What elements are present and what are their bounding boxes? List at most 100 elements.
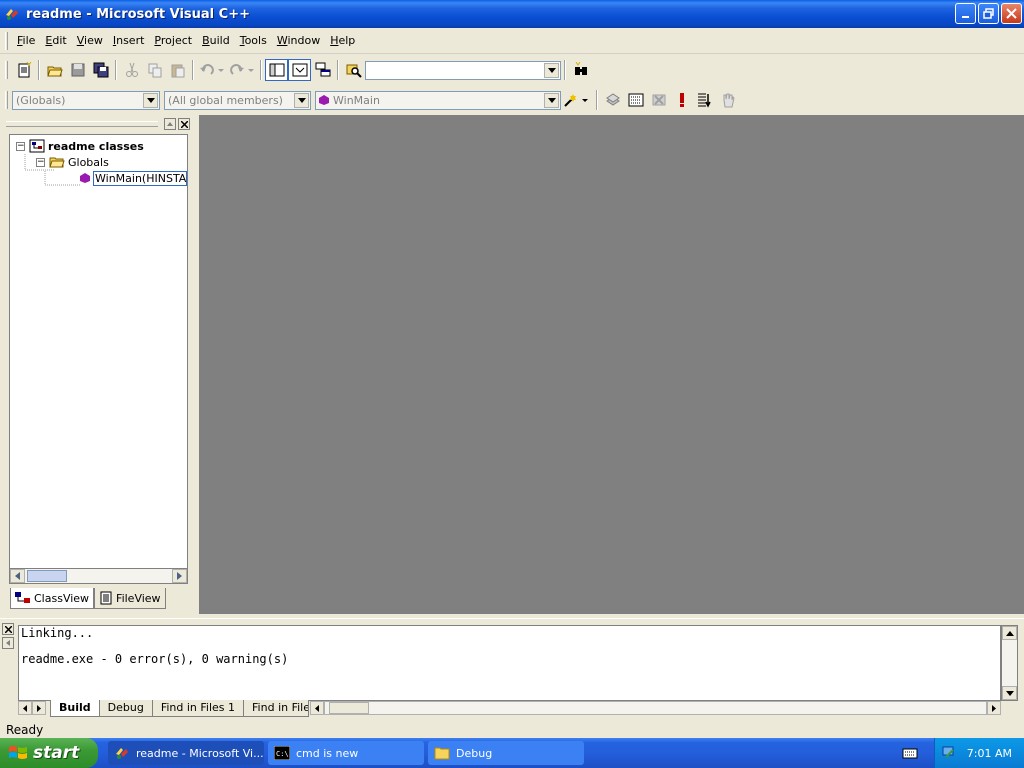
window-list-button[interactable]	[311, 59, 334, 81]
tree-node-readme-classes[interactable]: − readme classes	[16, 138, 144, 154]
collapse-toggle[interactable]: −	[16, 141, 25, 151]
compile-button[interactable]	[601, 89, 624, 111]
menu-help[interactable]: Help	[325, 32, 360, 49]
task-button-visual-cpp[interactable]: readme - Microsoft Vi...	[108, 741, 264, 765]
workspace-maximize-button[interactable]	[164, 118, 176, 130]
scroll-left-button[interactable]	[10, 569, 25, 583]
triangle-up-icon	[167, 122, 173, 126]
task-button-debug-folder[interactable]: Debug	[428, 741, 584, 765]
start-button[interactable]: start	[0, 738, 98, 768]
scroll-up-button[interactable]	[1002, 626, 1017, 640]
tab-find-in-files-2[interactable]: Find in Files 2	[243, 699, 310, 717]
language-bar[interactable]	[902, 746, 918, 763]
menu-edit[interactable]: Edit	[40, 32, 71, 49]
menu-tools[interactable]: Tools	[235, 32, 272, 49]
collapse-toggle[interactable]: −	[36, 157, 45, 167]
scroll-down-button[interactable]	[1002, 686, 1017, 700]
output-horizontal-scrollbar[interactable]	[324, 701, 987, 715]
restore-button[interactable]	[978, 3, 999, 24]
insert-breakpoint-button[interactable]	[716, 89, 739, 111]
stop-build-button[interactable]	[647, 89, 670, 111]
menu-project[interactable]: Project	[149, 32, 197, 49]
menu-file[interactable]: File	[12, 32, 40, 49]
arrow-down-icon	[1005, 690, 1014, 696]
function-combo[interactable]: WinMain	[315, 90, 561, 110]
exclamation-icon	[679, 93, 684, 107]
menu-grip[interactable]	[5, 31, 8, 50]
workspace-toggle-button[interactable]	[265, 59, 288, 81]
class-view-tree[interactable]: − readme classes − Globals WinMain(HINST…	[9, 134, 188, 584]
minimize-button[interactable]	[955, 3, 976, 24]
function-combo-arrow[interactable]	[544, 92, 559, 108]
scroll-right-button[interactable]	[172, 569, 187, 583]
toolbar-grip[interactable]	[5, 61, 8, 79]
wizardbar-grip[interactable]	[5, 91, 8, 109]
folder-icon	[434, 747, 450, 760]
tabs-scroll-right-button[interactable]	[32, 701, 46, 715]
tab-debug[interactable]: Debug	[98, 699, 153, 717]
scissors-icon	[125, 62, 138, 77]
members-combo[interactable]: (All global members)	[164, 90, 311, 110]
class-combo-arrow[interactable]	[143, 92, 158, 108]
output-close-button[interactable]	[2, 623, 14, 635]
save-button[interactable]	[66, 59, 89, 81]
workspace-horizontal-scrollbar[interactable]	[9, 568, 188, 584]
workspace-grip[interactable]	[6, 121, 158, 127]
open-folder-icon	[46, 66, 63, 77]
clock[interactable]: 7:01 AM	[967, 747, 1012, 760]
title-bar: readme - Microsoft Visual C++	[0, 0, 1024, 28]
start-label: start	[33, 743, 80, 763]
cut-button[interactable]	[120, 59, 143, 81]
menu-insert[interactable]: Insert	[108, 32, 150, 49]
scroll-thumb[interactable]	[329, 702, 370, 714]
hscroll-right-button[interactable]	[987, 701, 1001, 715]
tree-folder-label: Globals	[68, 155, 109, 169]
tree-root-label: readme classes	[48, 139, 144, 153]
wizard-bar: (Globals) (All global members) WinMain	[0, 85, 1024, 115]
workspace-close-button[interactable]	[178, 118, 190, 130]
find-in-files-button[interactable]	[342, 59, 365, 81]
tab-fileview-label: FileView	[116, 591, 161, 605]
tree-node-globals[interactable]: − Globals	[36, 154, 109, 170]
task-button-cmd[interactable]: C:\ cmd is new	[268, 741, 424, 765]
find-combo[interactable]	[365, 60, 561, 80]
class-combo[interactable]: (Globals)	[12, 90, 160, 110]
output-toggle-button[interactable]	[288, 59, 311, 81]
redo-button[interactable]	[227, 59, 257, 81]
find-combo-arrow[interactable]	[544, 62, 559, 78]
go-button[interactable]	[693, 89, 716, 111]
undo-button[interactable]	[197, 59, 227, 81]
tab-find-in-files-1[interactable]: Find in Files 1	[151, 699, 245, 717]
toolbar-separator	[38, 60, 40, 80]
build-button[interactable]	[624, 89, 647, 111]
menu-window[interactable]: Window	[272, 32, 325, 49]
menu-view[interactable]: View	[72, 32, 108, 49]
network-icon[interactable]	[941, 745, 957, 761]
close-button[interactable]	[1001, 3, 1022, 24]
output-text-area[interactable]: Linking... readme.exe - 0 error(s), 0 wa…	[18, 625, 1001, 701]
save-all-button[interactable]	[89, 59, 112, 81]
command-prompt-icon: C:\	[274, 746, 290, 760]
execute-button[interactable]	[670, 89, 693, 111]
classview-icon	[15, 592, 30, 603]
scroll-thumb[interactable]	[27, 570, 67, 582]
visual-cpp-app-icon[interactable]	[4, 6, 20, 22]
wizard-actions-button[interactable]	[561, 89, 593, 111]
new-text-file-button[interactable]	[12, 59, 35, 81]
tab-classview[interactable]: ClassView	[10, 588, 95, 609]
tab-build[interactable]: Build	[50, 699, 100, 717]
paste-button[interactable]	[166, 59, 189, 81]
menu-build[interactable]: Build	[197, 32, 235, 49]
output-maximize-button[interactable]	[2, 637, 14, 649]
arrow-right-icon	[992, 704, 996, 712]
tree-node-winmain[interactable]: WinMain(HINSTAN	[80, 170, 187, 186]
editor-area[interactable]	[199, 115, 1024, 614]
tab-fileview[interactable]: FileView	[94, 588, 166, 609]
open-button[interactable]	[43, 59, 66, 81]
members-combo-arrow[interactable]	[294, 92, 309, 108]
hscroll-left-button[interactable]	[310, 701, 325, 715]
output-vertical-scrollbar[interactable]	[1001, 625, 1018, 701]
copy-button[interactable]	[143, 59, 166, 81]
find-button[interactable]	[569, 59, 592, 81]
tabs-scroll-left-button[interactable]	[18, 701, 32, 715]
